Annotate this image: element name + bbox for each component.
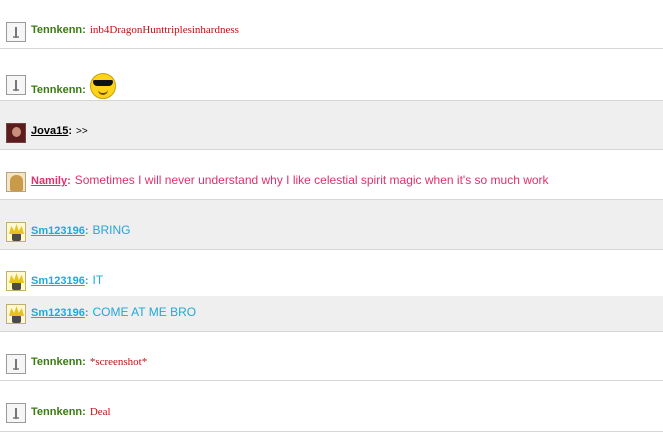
chat-message: Tennkenn: Deal: [0, 381, 663, 431]
username[interactable]: Tennkenn: [31, 356, 82, 368]
username[interactable]: Namily: [31, 175, 67, 187]
colon: :: [82, 84, 86, 97]
colon: :: [82, 356, 86, 368]
username[interactable]: Tennkenn: [31, 406, 82, 418]
avatar-icon[interactable]: [6, 222, 26, 242]
message-text: IT: [92, 273, 104, 287]
username[interactable]: Sm123196: [31, 275, 85, 287]
colon: :: [67, 175, 71, 187]
avatar-icon[interactable]: [6, 403, 26, 423]
chat-message: Jova15: >>: [0, 101, 663, 149]
chat-message: Namily: Sometimes I will never understand…: [0, 150, 663, 199]
colon: :: [84, 307, 89, 319]
chat-message: Tennkenn:: [0, 49, 663, 100]
avatar-icon[interactable]: [6, 304, 26, 324]
message-text: COME AT ME BRO: [92, 305, 197, 319]
message-text: Sometimes I will never understand why I …: [74, 173, 549, 187]
colon: :: [82, 406, 86, 418]
message-text: inb4DragonHunttriplesinhardness: [89, 24, 239, 36]
avatar-icon[interactable]: [6, 172, 26, 192]
chat-message: Tennkenn: inb4DragonHunttriplesinhardness: [0, 0, 663, 48]
message-text: Deal: [89, 406, 111, 418]
username[interactable]: Tennkenn: [31, 84, 82, 96]
chat-message: Sm123196: IT: [0, 250, 663, 296]
colon: :: [82, 24, 86, 36]
chat-message: Tennkenn: *screenshot*: [0, 332, 663, 380]
message-text: >>: [75, 126, 88, 137]
avatar-icon[interactable]: [6, 354, 26, 374]
chat-log: Tennkenn: inb4DragonHunttriplesinhardness…: [0, 0, 663, 433]
message-text: BRING: [92, 223, 131, 237]
message-text: *screenshot*: [89, 356, 148, 368]
colon: :: [84, 275, 89, 287]
avatar-icon[interactable]: [6, 22, 26, 42]
avatar-icon[interactable]: [6, 271, 26, 291]
username[interactable]: Tennkenn: [31, 24, 82, 36]
chat-message: Sm123196: BRING: [0, 200, 663, 249]
username[interactable]: Sm123196: [31, 307, 85, 319]
username[interactable]: Jova15: [31, 125, 68, 137]
avatar-icon[interactable]: [6, 75, 26, 95]
message-divider: [0, 431, 663, 432]
avatar-icon[interactable]: [6, 123, 26, 143]
sunglasses-smiley-icon: [89, 73, 116, 99]
colon: :: [68, 125, 72, 137]
colon: :: [84, 225, 89, 237]
chat-message: Sm123196: COME AT ME BRO: [0, 296, 663, 331]
username[interactable]: Sm123196: [31, 225, 85, 237]
